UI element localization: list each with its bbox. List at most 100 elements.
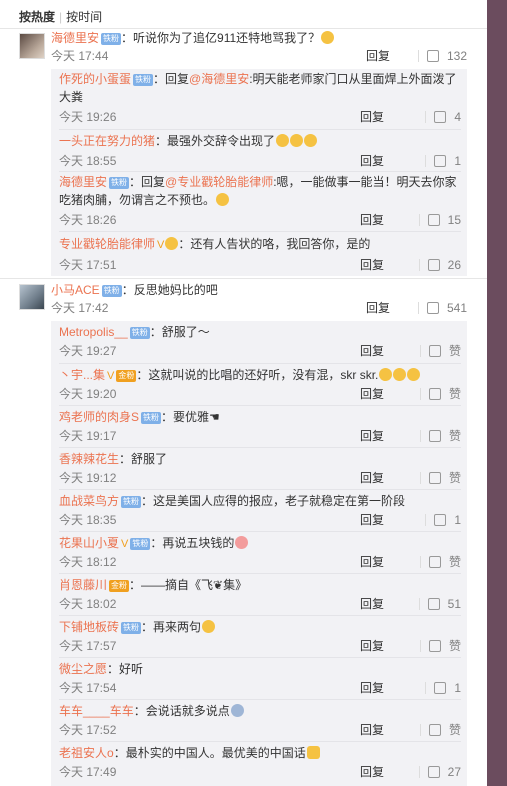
mention-link[interactable]: @专业戳轮胎能律师 [165,175,273,189]
sort-by-hot[interactable]: 按热度 [19,8,55,25]
reply-username[interactable]: 车车____车车 [59,704,134,718]
reply-button[interactable]: 回复 [360,469,384,487]
reply-username[interactable]: 海德里安 [59,175,107,189]
reply-username[interactable]: 下铺地板砖 [59,620,119,634]
reply-username[interactable]: 肖恩藤川 [59,578,107,592]
reply-button[interactable]: 回复 [360,108,384,126]
comment-thread: 小马ACE 铁粉 ：反思她妈比的吧 今天 17:42 回复 541 Metropol… [0,278,487,786]
thumb-up-icon [427,214,440,226]
reply-button[interactable]: 回复 [366,299,390,317]
fan-badge: 铁粉 [141,412,162,424]
comment-username[interactable]: 海德里安 [51,31,99,45]
avatar[interactable] [19,33,45,59]
fan-badge: 铁粉 [101,33,122,45]
reply-button[interactable]: 回复 [360,385,384,403]
reply-username[interactable]: 微尘之愿 [59,662,107,676]
like-button[interactable]: 赞 [419,721,461,739]
like-button[interactable]: 541 [417,299,467,317]
like-button[interactable]: 赞 [419,553,461,571]
comment-text: ：反思她妈比的吧 [121,283,218,297]
reply-button[interactable]: 回复 [360,763,384,781]
like-button[interactable]: 1 [425,511,461,529]
like-button[interactable]: 赞 [419,427,461,445]
thumb-up-icon [426,50,439,62]
reply-button[interactable]: 回复 [360,553,384,571]
fan-badge: 铁粉 [121,622,142,634]
reply-username[interactable]: 香辣辣花生 [59,452,119,466]
comment-meta: 今天 17:42 回复 541 [51,299,467,317]
emoji-icon [216,193,230,206]
like-button[interactable]: 27 [418,763,461,781]
sort-bar: 按热度 | 按时间 [19,8,103,25]
reply-text: ：会说话就多说点 [133,704,230,718]
hand-emoji-icon: ☚ [209,410,220,424]
reply-username[interactable]: 作死的小蛋蛋 [59,72,131,86]
thumb-up-icon [428,430,441,442]
reply-button[interactable]: 回复 [360,211,384,229]
comment-time: 今天 17:44 [51,49,109,63]
reply-username[interactable]: 老祖安人o [59,746,114,760]
like-button[interactable]: 132 [417,47,467,65]
mention-link[interactable]: @海德里安 [189,72,249,86]
reply-item: 鸡老师的肉身S 铁粉 ：要优雅☚ 今天 19:17 回复 赞 [59,405,461,447]
reply-time: 今天 18:02 [59,597,117,611]
thumb-up-icon [428,472,441,484]
like-count: 赞 [448,387,461,401]
reply-button[interactable]: 回复 [360,152,384,170]
reply-button[interactable]: 回复 [360,342,384,360]
like-button[interactable]: 赞 [419,342,461,360]
emoji-icon [321,31,335,44]
reply-username[interactable]: 花果山小夏 [59,536,119,550]
like-button[interactable]: 1 [425,152,461,170]
thumb-up-icon [428,556,441,568]
comment-thread: 海德里安 铁粉 ：听说你为了追亿911还特地骂我了？ 今天 17:44 回复 132… [0,28,487,278]
reply-username[interactable]: 一头正在努力的猪 [59,134,155,148]
reply-button[interactable]: 回复 [360,595,384,613]
reply-button[interactable]: 回复 [360,721,384,739]
like-count: 132 [446,49,467,63]
thumb-up-icon [427,259,440,271]
sort-by-time[interactable]: 按时间 [66,8,102,25]
reply-item: 血战菜鸟方 铁粉 ：这是美国人应得的报应，老子就稳定在第一阶段 今天 18:35 回复… [59,489,461,531]
like-count: 1 [454,154,461,168]
reply-username[interactable]: 鸡老师的肉身S [59,410,139,424]
reply-time: 今天 17:51 [59,258,117,272]
like-button[interactable]: 赞 [419,469,461,487]
like-button[interactable]: 赞 [419,385,461,403]
reply-item: 车车____车车：会说话就多说点 今天 17:52 回复 赞 [59,699,461,741]
like-count: 赞 [448,639,461,653]
reply-username[interactable]: 丶宇...集 [59,368,105,382]
reply-time: 今天 17:54 [59,681,117,695]
emoji-icon [235,536,249,549]
reply-button[interactable]: 回复 [360,637,384,655]
like-button[interactable]: 51 [418,595,461,613]
reply-list: Metropolis__ 铁粉 ：舒服了～ 今天 19:27 回复赞 丶宇...集 V 金… [51,321,467,786]
thumb-up-icon [428,388,441,400]
reply-button[interactable]: 回复 [360,511,384,529]
emoji-icon [393,368,407,381]
fan-badge: 铁粉 [133,74,154,86]
reply-button[interactable]: 回复 [360,256,384,274]
reply-item: 老祖安人o：最朴实的中国人。最优美的中国话 今天 17:49 回复 27 [59,741,461,786]
reply-username[interactable]: 血战菜鸟方 [59,494,119,508]
reply-username[interactable]: 专业戳轮胎能律师 [59,237,155,251]
vip-icon: V [107,370,115,382]
reply-item: 肖恩藤川 金粉 ：——摘自《飞❦集》 今天 18:02 回复 51 [59,573,461,615]
reply-item: 作死的小蛋蛋 铁粉 ：回复@海德里安:明天能老师家门口从里面焊上外面泼了大粪 今天 … [59,69,461,129]
comment-username[interactable]: 小马ACE [51,283,100,297]
reply-time: 今天 18:55 [59,154,117,168]
like-button[interactable]: 4 [425,108,461,126]
reply-button[interactable]: 回复 [360,427,384,445]
like-button[interactable]: 15 [418,211,461,229]
reply-button[interactable]: 回复 [360,679,384,697]
reply-username[interactable]: Metropolis__ [59,325,128,339]
like-button[interactable]: 1 [425,679,461,697]
reply-button[interactable]: 回复 [366,47,390,65]
emoji-icon [379,368,393,381]
avatar[interactable] [19,284,45,310]
like-button[interactable]: 赞 [419,637,461,655]
like-count: 赞 [448,471,461,485]
thumb-up-icon [427,598,440,610]
like-button[interactable]: 26 [418,256,461,274]
reply-prefix: ：回复 [153,72,190,86]
